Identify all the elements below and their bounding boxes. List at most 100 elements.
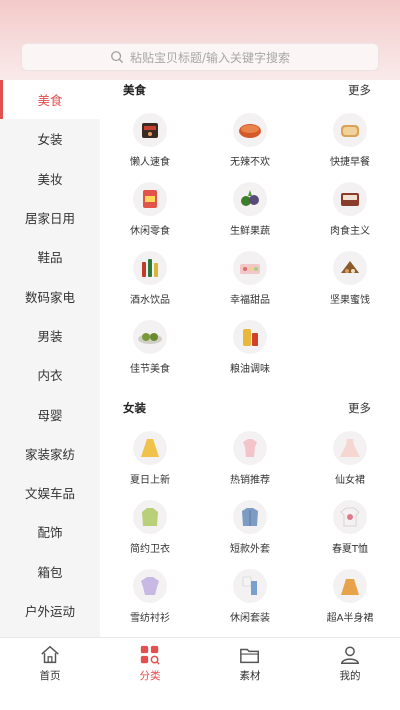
category-label: 超A半身裙	[326, 613, 374, 624]
sidebar-item[interactable]: 母婴	[0, 394, 100, 433]
category-thumbnail	[333, 113, 367, 147]
category-thumbnail	[333, 251, 367, 285]
category-label: 热销推荐	[230, 475, 270, 486]
more-link[interactable]: 更多	[348, 82, 371, 98]
category-label: 懒人速食	[130, 157, 170, 168]
category-label: 无辣不欢	[230, 157, 270, 168]
sidebar-item[interactable]: 箱包	[0, 552, 100, 591]
category-tile[interactable]: 休闲套装	[200, 569, 300, 629]
sidebar-item[interactable]: 居家日用	[0, 198, 100, 237]
category-label: 快捷早餐	[330, 157, 370, 168]
yellow-dress-icon	[141, 439, 159, 457]
search-placeholder: 粘贴宝贝标题/输入关键字搜索	[129, 50, 291, 65]
category-tile[interactable]: 仙女裙	[300, 431, 400, 491]
category-thumbnail	[133, 569, 167, 603]
category-tile[interactable]: 雪纺衬衫	[100, 569, 200, 629]
category-label: 短款外套	[230, 544, 270, 555]
category-tile[interactable]: 短款外套	[200, 500, 300, 560]
category-thumbnail	[333, 431, 367, 465]
sidebar-item[interactable]: 美食	[0, 80, 100, 120]
category-tile[interactable]: 生鲜果蔬	[200, 182, 300, 242]
category-tile[interactable]: 快捷早餐	[300, 113, 400, 173]
category-tile[interactable]: 夏日上新	[100, 431, 200, 491]
category-tile[interactable]: 春夏T恤	[300, 500, 400, 560]
sidebar-item[interactable]: 内衣	[0, 355, 100, 394]
category-tile[interactable]: 懒人速食	[100, 113, 200, 173]
bottom-tab-bar: 首页 分类 素材 我的	[0, 637, 400, 710]
chiffon-blouse-icon	[141, 577, 159, 595]
category-thumbnail	[233, 113, 267, 147]
category-label: 仙女裙	[335, 475, 365, 486]
category-label: 休闲零食	[130, 226, 170, 237]
category-thumbnail	[233, 431, 267, 465]
hoodie-icon	[142, 508, 158, 526]
tab-category[interactable]: 分类	[100, 644, 200, 683]
category-thumbnail	[133, 182, 167, 216]
category-content: 美食 更多 懒人速食 无辣不欢 快捷早餐休闲零食 生鲜果蔬 肉食主义酒水饮品 幸福甜品 坚果…	[100, 80, 400, 637]
sidebar-item[interactable]: 女装	[0, 119, 100, 158]
sidebar-item[interactable]: 数码家电	[0, 276, 100, 315]
casual-set-icon	[242, 576, 257, 595]
category-label: 雪纺衬衫	[130, 613, 170, 624]
sidebar-item[interactable]: 配饰	[0, 512, 100, 551]
section-header-food: 美食 更多	[100, 82, 400, 102]
tab-home[interactable]: 首页	[0, 644, 100, 683]
category-thumbnail	[233, 182, 267, 216]
tab-folder[interactable]: 素材	[200, 644, 300, 683]
category-label: 春夏T恤	[331, 544, 369, 555]
user-icon	[340, 646, 360, 664]
sidebar-item[interactable]: 男装	[0, 316, 100, 355]
dessert-icon	[240, 264, 260, 274]
category-tile[interactable]: 超A半身裙	[300, 569, 400, 629]
sidebar-item[interactable]: 文娱车品	[0, 473, 100, 512]
category-tile[interactable]: 热销推荐	[200, 431, 300, 491]
sidebar-item[interactable]: 家装家纺	[0, 434, 100, 473]
more-link[interactable]: 更多	[348, 400, 371, 416]
instant-food-icon	[142, 123, 158, 138]
tab-user[interactable]: 我的	[300, 644, 400, 683]
category-thumbnail	[333, 182, 367, 216]
tab-label: 首页	[39, 670, 61, 682]
snack-bag-icon	[143, 190, 157, 208]
home-icon	[41, 645, 59, 664]
pink-top-icon	[243, 439, 257, 457]
fruit-vegetable-icon	[241, 190, 259, 206]
category-thumbnail	[333, 569, 367, 603]
category-label: 酒水饮品	[130, 295, 170, 306]
drink-bottles-icon	[142, 259, 158, 277]
category-tile[interactable]: 肉食主义	[300, 182, 400, 242]
category-tile[interactable]: 幸福甜品	[200, 251, 300, 311]
category-thumbnail	[333, 500, 367, 534]
tab-label: 分类	[139, 670, 161, 682]
category-tile[interactable]: 简约卫衣	[100, 500, 200, 560]
sidebar-item[interactable]: 户外运动	[0, 591, 100, 630]
category-thumbnail	[133, 500, 167, 534]
folder-icon	[240, 648, 259, 664]
category-icon	[140, 645, 160, 665]
oil-seasoning-icon	[243, 329, 258, 346]
search-icon	[111, 51, 123, 63]
sidebar-item[interactable]: 鞋品	[0, 237, 100, 276]
category-tile[interactable]: 佳节美食	[100, 320, 200, 380]
tab-label: 我的	[339, 670, 361, 682]
spicy-food-icon	[239, 124, 261, 138]
category-tile[interactable]: 粮油调味	[200, 320, 300, 380]
category-thumbnail	[233, 320, 267, 354]
search-bar[interactable]: 粘贴宝贝标题/输入关键字搜索	[21, 43, 379, 71]
category-tile[interactable]: 休闲零食	[100, 182, 200, 242]
category-label: 佳节美食	[130, 364, 170, 375]
denim-jacket-icon	[242, 508, 258, 526]
tab-label: 素材	[239, 670, 261, 682]
breakfast-bread-icon	[341, 125, 359, 137]
category-thumbnail	[233, 569, 267, 603]
category-tile[interactable]: 酒水饮品	[100, 251, 200, 311]
category-label: 幸福甜品	[230, 295, 270, 306]
a-line-skirt-icon	[341, 579, 359, 595]
category-tile[interactable]: 无辣不欢	[200, 113, 300, 173]
category-thumbnail	[233, 500, 267, 534]
sidebar-item[interactable]: 美妆	[0, 159, 100, 198]
category-tile[interactable]: 坚果蜜饯	[300, 251, 400, 311]
category-label: 生鲜果蔬	[230, 226, 270, 237]
category-thumbnail	[133, 113, 167, 147]
section-header-womens: 女装 更多	[100, 400, 400, 420]
